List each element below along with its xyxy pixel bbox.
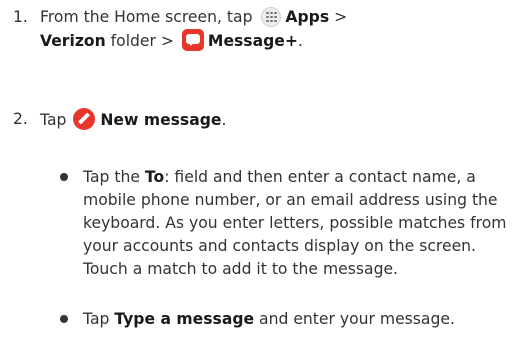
step-text-prefix: From the Home screen, tap <box>40 8 258 26</box>
bullet-dot <box>60 315 68 323</box>
bullet-pre: Tap the <box>83 168 145 186</box>
step-end: . <box>221 111 227 129</box>
bullet-rest: and enter your message. <box>254 310 455 328</box>
step-text: Tap New message. <box>40 108 520 132</box>
step-number: 2. <box>13 110 28 128</box>
to-field-label: To <box>144 168 165 186</box>
apps-grid-icon <box>261 7 282 27</box>
folder-label: Verizon <box>40 32 106 50</box>
separator: > <box>329 8 348 26</box>
step-text: From the Home screen, tap Apps > Verizon… <box>40 6 520 53</box>
message-plus-icon <box>181 29 204 51</box>
app-label: Message+ <box>207 32 298 50</box>
apps-label: Apps <box>285 8 330 26</box>
new-message-label: New message <box>100 111 222 129</box>
folder-suffix: folder > <box>105 32 179 50</box>
step-text-prefix: Tap <box>40 111 72 129</box>
bullet-text: Tap Type a message and enter your messag… <box>83 308 518 331</box>
bullet-dot <box>60 173 68 181</box>
bullet-pre: Tap <box>83 310 115 328</box>
compose-pencil-icon <box>73 108 96 130</box>
step-end: . <box>297 32 303 50</box>
step-number: 1. <box>13 8 28 26</box>
bullet-text: Tap the To: field and then enter a conta… <box>83 166 518 281</box>
type-message-label: Type a message <box>114 310 255 328</box>
